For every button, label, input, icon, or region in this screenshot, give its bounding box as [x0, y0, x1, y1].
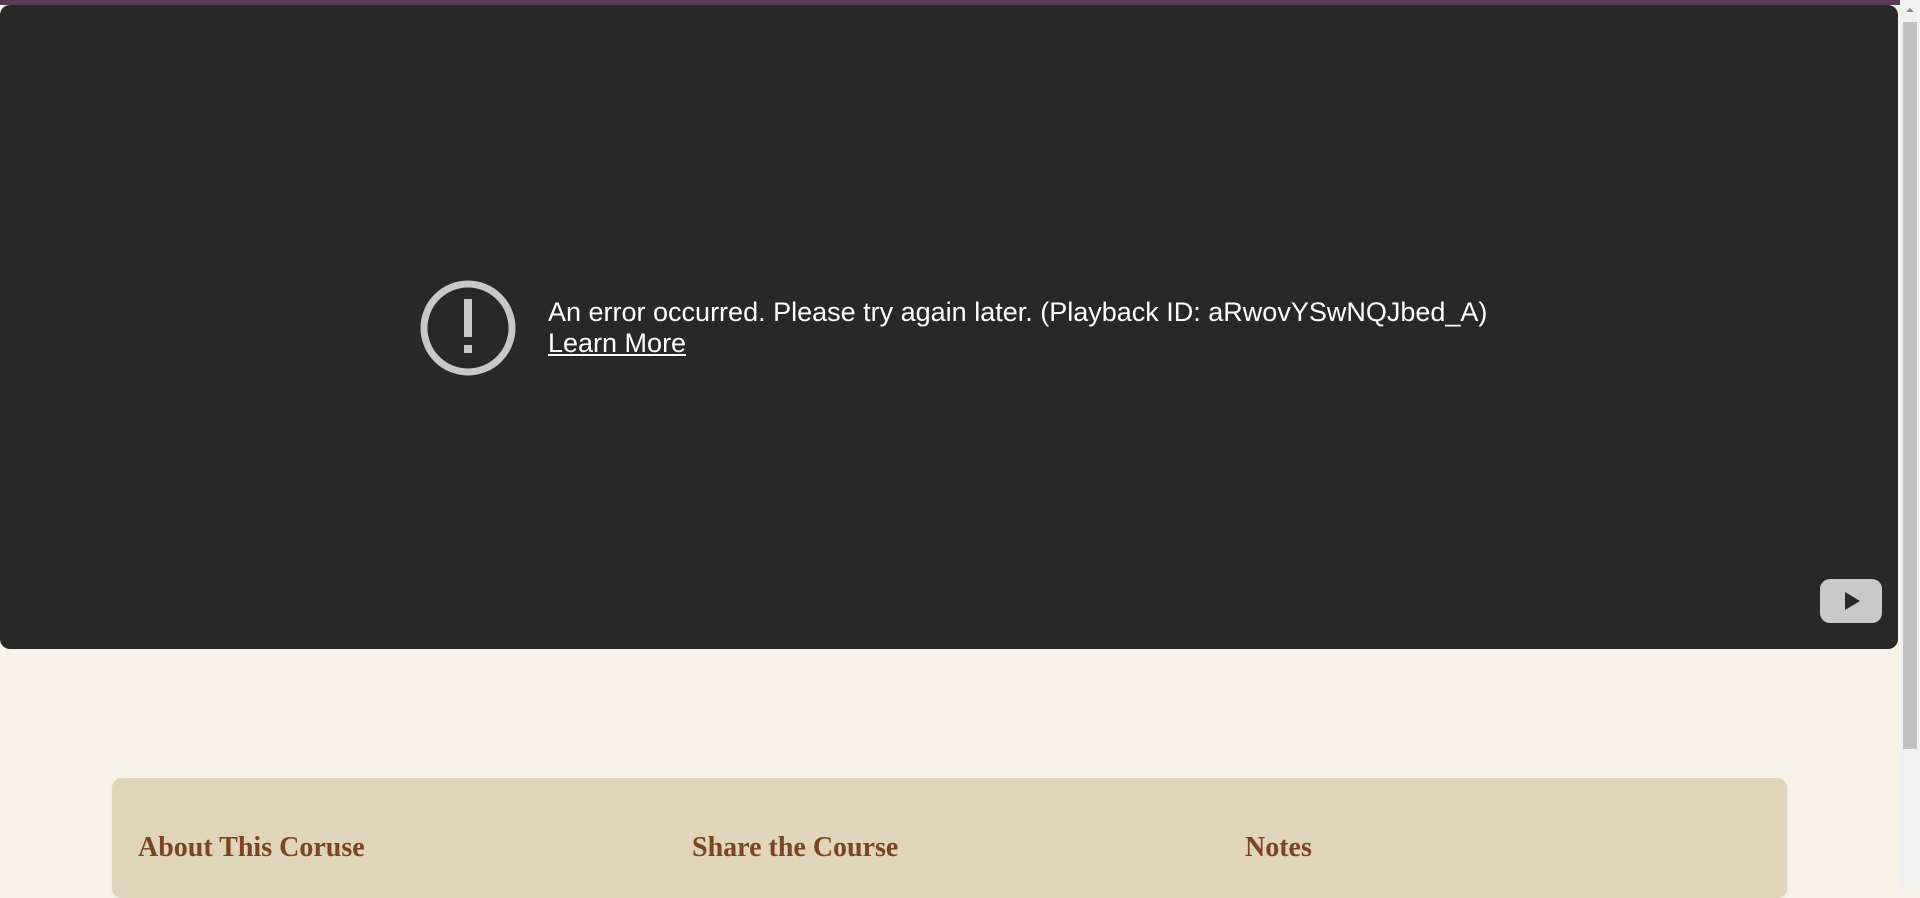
course-info-panel: About This Coruse Share the Course Notes — [112, 778, 1787, 898]
learn-more-link[interactable]: Learn More — [548, 328, 686, 359]
error-message: An error occurred. Please try again late… — [548, 297, 1488, 327]
embedded-video-player[interactable]: An error occurred. Please try again late… — [0, 5, 1898, 649]
about-course-heading: About This Coruse — [138, 832, 365, 863]
scrollbar-thumb[interactable] — [1903, 22, 1917, 749]
notes-heading: Notes — [1245, 832, 1312, 863]
share-course-heading: Share the Course — [692, 832, 899, 863]
exclamation-circle-icon — [420, 280, 516, 376]
error-text: An error occurred. Please try again late… — [548, 297, 1487, 359]
course-page: An error occurred. Please try again late… — [0, 5, 1900, 898]
vertical-scrollbar[interactable] — [1900, 0, 1920, 887]
scroll-up-arrow-icon[interactable] — [1900, 0, 1920, 20]
youtube-play-icon[interactable] — [1820, 579, 1882, 623]
playback-error: An error occurred. Please try again late… — [417, 277, 1487, 379]
